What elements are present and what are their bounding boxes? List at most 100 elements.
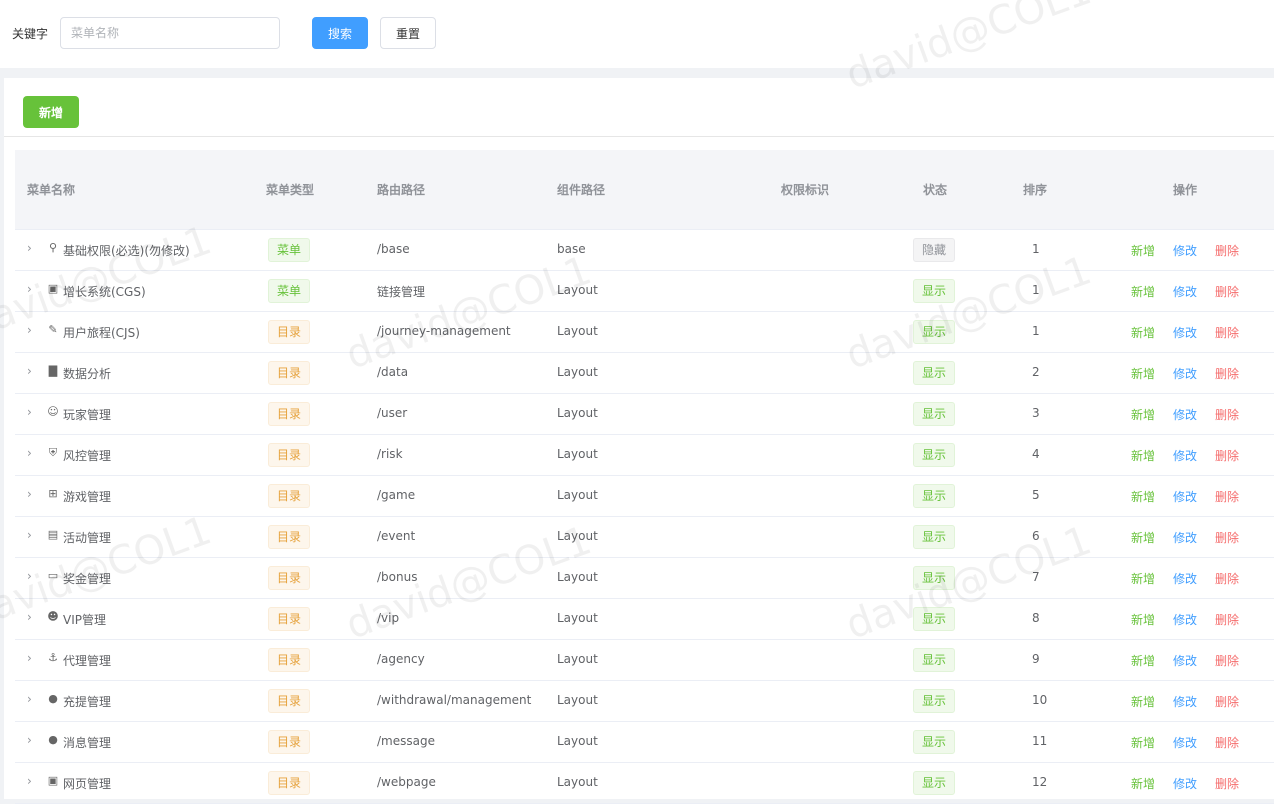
col-menu-name: 菜单名称 bbox=[27, 183, 76, 197]
row-edit-button[interactable]: 修改 bbox=[1173, 529, 1197, 546]
row-edit-button[interactable]: 修改 bbox=[1173, 242, 1197, 259]
route-path: /data bbox=[377, 365, 409, 379]
row-delete-button[interactable]: 删除 bbox=[1215, 365, 1239, 382]
menu-type-tag: 目录 bbox=[268, 771, 311, 795]
status-badge: 显示 bbox=[913, 279, 956, 303]
row-delete-button[interactable]: 删除 bbox=[1215, 488, 1239, 505]
row-delete-button[interactable]: 删除 bbox=[1215, 529, 1239, 546]
reset-button[interactable]: 重置 bbox=[380, 17, 436, 49]
sort-order: 1 bbox=[1032, 283, 1040, 297]
row-delete-button[interactable]: 删除 bbox=[1215, 324, 1239, 341]
row-edit-button[interactable]: 修改 bbox=[1173, 734, 1197, 751]
status-badge: 显示 bbox=[913, 484, 956, 508]
row-delete-button[interactable]: 删除 bbox=[1215, 611, 1239, 628]
status-badge: 显示 bbox=[913, 443, 956, 467]
image-icon: ▣ bbox=[47, 282, 59, 295]
row-add-button[interactable]: 新增 bbox=[1131, 734, 1155, 751]
row-delete-button[interactable]: 删除 bbox=[1215, 242, 1239, 259]
chevron-right-icon[interactable]: › bbox=[27, 774, 39, 788]
chevron-right-icon[interactable]: › bbox=[27, 282, 39, 296]
chevron-right-icon[interactable]: › bbox=[27, 487, 39, 501]
sort-order: 12 bbox=[1032, 775, 1048, 789]
col-actions: 操作 bbox=[1173, 183, 1198, 197]
money-bag-icon: ● bbox=[48, 692, 58, 705]
chevron-right-icon[interactable]: › bbox=[27, 446, 39, 460]
status-badge: 显示 bbox=[913, 607, 956, 631]
row-edit-button[interactable]: 修改 bbox=[1173, 406, 1197, 423]
menu-name: 增长系统(CGS) bbox=[63, 285, 146, 299]
row-edit-button[interactable]: 修改 bbox=[1173, 652, 1197, 669]
row-edit-button[interactable]: 修改 bbox=[1173, 447, 1197, 464]
search-bar: 关键字 搜索 重置 bbox=[0, 0, 1274, 68]
row-add-button[interactable]: 新增 bbox=[1131, 529, 1155, 546]
row-delete-button[interactable]: 删除 bbox=[1215, 570, 1239, 587]
chevron-right-icon[interactable]: › bbox=[27, 405, 39, 419]
add-menu-button[interactable]: 新增 bbox=[23, 96, 79, 128]
row-edit-button[interactable]: 修改 bbox=[1173, 324, 1197, 341]
search-button[interactable]: 搜索 bbox=[312, 17, 368, 49]
row-delete-button[interactable]: 删除 bbox=[1215, 734, 1239, 751]
route-path: /user bbox=[377, 406, 408, 420]
chevron-right-icon[interactable]: › bbox=[27, 733, 39, 747]
row-add-button[interactable]: 新增 bbox=[1131, 283, 1155, 300]
component-path: base bbox=[557, 242, 586, 256]
col-route-path: 路由路径 bbox=[377, 183, 426, 197]
row-edit-button[interactable]: 修改 bbox=[1173, 283, 1197, 300]
menu-type-tag: 目录 bbox=[268, 443, 311, 467]
row-delete-button[interactable]: 删除 bbox=[1215, 447, 1239, 464]
row-add-button[interactable]: 新增 bbox=[1131, 652, 1155, 669]
edit-icon: ✎ bbox=[48, 323, 58, 336]
chevron-right-icon[interactable]: › bbox=[27, 241, 39, 255]
menu-name: 消息管理 bbox=[63, 736, 112, 750]
chevron-right-icon[interactable]: › bbox=[27, 610, 39, 624]
row-delete-button[interactable]: 删除 bbox=[1215, 693, 1239, 710]
status-badge: 显示 bbox=[913, 402, 956, 426]
chevron-right-icon[interactable]: › bbox=[27, 569, 39, 583]
row-add-button[interactable]: 新增 bbox=[1131, 611, 1155, 628]
row-edit-button[interactable]: 修改 bbox=[1173, 693, 1197, 710]
row-edit-button[interactable]: 修改 bbox=[1173, 488, 1197, 505]
component-path: Layout bbox=[557, 775, 598, 789]
row-add-button[interactable]: 新增 bbox=[1131, 447, 1155, 464]
chevron-right-icon[interactable]: › bbox=[27, 364, 39, 378]
menu-type-tag: 目录 bbox=[268, 607, 311, 631]
row-edit-button[interactable]: 修改 bbox=[1173, 775, 1197, 792]
chevron-right-icon[interactable]: › bbox=[27, 651, 39, 665]
row-add-button[interactable]: 新增 bbox=[1131, 324, 1155, 341]
row-delete-button[interactable]: 删除 bbox=[1215, 652, 1239, 669]
row-add-button[interactable]: 新增 bbox=[1131, 775, 1155, 792]
chevron-right-icon[interactable]: › bbox=[27, 323, 39, 337]
status-badge: 显示 bbox=[913, 771, 956, 795]
sort-order: 10 bbox=[1032, 693, 1048, 707]
menu-type-tag: 目录 bbox=[268, 730, 311, 754]
status-badge: 隐藏 bbox=[913, 238, 956, 262]
sort-order: 1 bbox=[1032, 324, 1040, 338]
menu-name: VIP管理 bbox=[63, 613, 106, 627]
chevron-right-icon[interactable]: › bbox=[27, 528, 39, 542]
grid-icon: ⊞ bbox=[48, 487, 58, 500]
route-path: /vip bbox=[377, 611, 400, 625]
row-add-button[interactable]: 新增 bbox=[1131, 693, 1155, 710]
table-body: › ⚲ 基础权限(必选)(勿修改) 菜单/base base 隐藏 1 新增 修改 删除 › ▣ 增长系… bbox=[15, 230, 1274, 804]
row-delete-button[interactable]: 删除 bbox=[1215, 283, 1239, 300]
row-add-button[interactable]: 新增 bbox=[1131, 406, 1155, 423]
row-delete-button[interactable]: 删除 bbox=[1215, 775, 1239, 792]
chevron-right-icon[interactable]: › bbox=[27, 692, 39, 706]
status-badge: 显示 bbox=[913, 689, 956, 713]
row-edit-button[interactable]: 修改 bbox=[1173, 570, 1197, 587]
component-path: Layout bbox=[557, 447, 598, 461]
row-edit-button[interactable]: 修改 bbox=[1173, 611, 1197, 628]
sort-order: 2 bbox=[1032, 365, 1040, 379]
row-add-button[interactable]: 新增 bbox=[1131, 242, 1155, 259]
table-row: › ☺ 玩家管理 目录/user Layout 显示 3 新增 修改 删除 bbox=[15, 394, 1274, 435]
search-input[interactable] bbox=[60, 17, 280, 49]
row-add-button[interactable]: 新增 bbox=[1131, 488, 1155, 505]
row-add-button[interactable]: 新增 bbox=[1131, 365, 1155, 382]
row-edit-button[interactable]: 修改 bbox=[1173, 365, 1197, 382]
menu-type-tag: 目录 bbox=[268, 320, 311, 344]
menu-type-tag: 目录 bbox=[268, 525, 311, 549]
route-path: /message bbox=[377, 734, 435, 748]
row-add-button[interactable]: 新增 bbox=[1131, 570, 1155, 587]
route-path: 链接管理 bbox=[377, 285, 426, 299]
row-delete-button[interactable]: 删除 bbox=[1215, 406, 1239, 423]
